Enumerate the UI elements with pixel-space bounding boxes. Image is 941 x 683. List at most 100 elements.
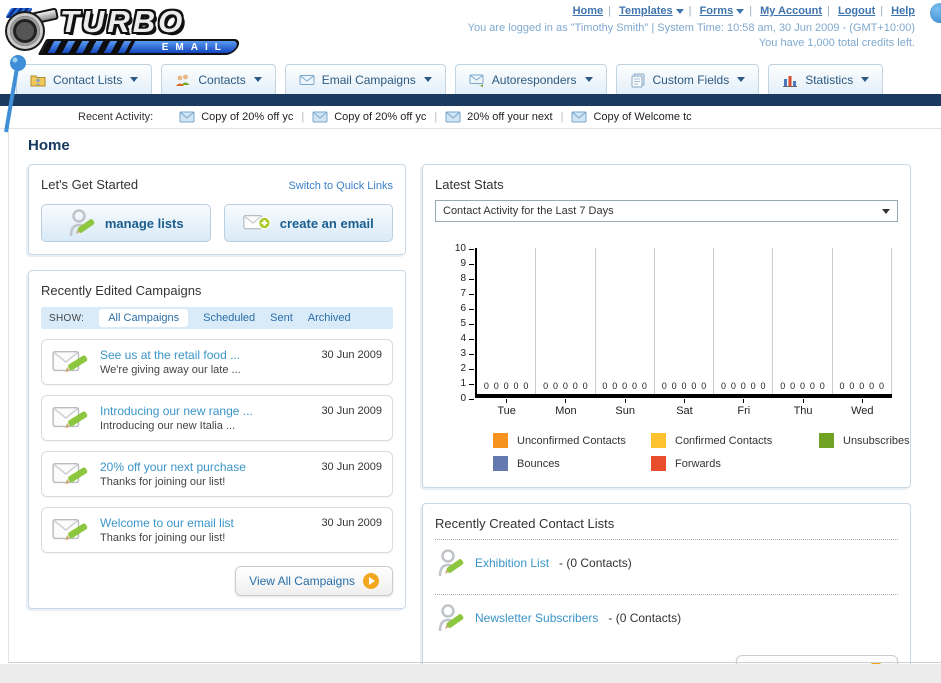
chart-group: 00000 <box>773 248 832 394</box>
legend-swatch <box>493 433 508 448</box>
campaign-row[interactable]: 20% off your next purchase Thanks for jo… <box>41 451 393 497</box>
recent-activity-item[interactable]: Copy of Welcome tc <box>571 109 691 125</box>
tab-autoresponders[interactable]: Autoresponders <box>455 64 607 94</box>
login-info-line: You are logged in as "Timothy Smith" | S… <box>468 21 915 36</box>
chart-value-label: 0 <box>741 381 746 391</box>
recent-activity-label: Recent Activity: <box>78 111 153 123</box>
campaign-title-link[interactable]: Introducing our new range ... <box>100 404 311 418</box>
campaigns-filter-bar: SHOW: All Campaigns Scheduled Sent Archi… <box>41 307 393 329</box>
chart-x-axis: TueMonSunSatFriThuWed <box>477 398 892 417</box>
filter-scheduled[interactable]: Scheduled <box>203 312 255 324</box>
stats-period-select[interactable]: Contact Activity for the Last 7 Days <box>435 200 898 222</box>
envelope-icon <box>571 109 587 125</box>
x-tick-label: Mon <box>536 398 595 417</box>
chart-value-label: 0 <box>869 381 874 391</box>
chart-value-label: 0 <box>632 381 637 391</box>
chart-value-label: 0 <box>691 381 696 391</box>
tab-contacts[interactable]: Contacts <box>161 64 275 94</box>
y-tick-label: 7 <box>460 288 466 299</box>
chevron-down-icon <box>254 77 262 82</box>
campaign-title-link[interactable]: See us at the retail food ... <box>100 348 311 362</box>
campaign-date: 30 Jun 2009 <box>321 349 382 361</box>
legend-swatch <box>651 456 666 471</box>
chart-value-labels: 00000 <box>716 381 770 391</box>
y-tick-label: 0 <box>460 393 466 404</box>
campaign-date: 30 Jun 2009 <box>321 405 382 417</box>
page-title: Home <box>28 137 941 154</box>
campaign-row[interactable]: See us at the retail food ... We're givi… <box>41 339 393 385</box>
filter-archived[interactable]: Archived <box>308 312 351 324</box>
legend-label: Unsubscribes <box>843 435 910 447</box>
annotation-ball-right <box>930 3 941 23</box>
recent-activity-item[interactable]: Copy of 20% off yc <box>179 109 293 125</box>
chart-value-label: 0 <box>523 381 528 391</box>
manage-lists-button[interactable]: manage lists <box>41 204 211 242</box>
tab-label: Autoresponders <box>492 73 577 87</box>
chart-value-label: 0 <box>494 381 499 391</box>
link-home[interactable]: Home <box>573 5 604 17</box>
contact-list-link[interactable]: Exhibition List <box>475 556 549 570</box>
chart-group: 00000 <box>655 248 714 394</box>
legend-label: Bounces <box>517 458 560 470</box>
create-email-label: create an email <box>280 216 374 231</box>
y-tick-label: 9 <box>460 258 466 269</box>
chevron-down-icon <box>676 9 684 14</box>
link-logout[interactable]: Logout <box>838 5 875 17</box>
chart-value-label: 0 <box>612 381 617 391</box>
recent-activity-item[interactable]: Copy of 20% off yc <box>312 109 426 125</box>
chart-value-labels: 00000 <box>835 381 889 391</box>
chart-value-label: 0 <box>840 381 845 391</box>
tab-statistics[interactable]: Statistics <box>768 64 883 94</box>
link-templates[interactable]: Templates <box>619 5 673 17</box>
create-email-button[interactable]: create an email <box>224 204 394 242</box>
envelope-pencil-icon <box>52 459 90 489</box>
tab-label: Contact Lists <box>53 73 122 87</box>
chart-group: 00000 <box>477 248 536 394</box>
contact-list-row[interactable]: Exhibition List - (0 Contacts) <box>435 539 898 586</box>
switch-quick-links-link[interactable]: Switch to Quick Links <box>288 180 393 192</box>
campaign-row[interactable]: Welcome to our email list Thanks for joi… <box>41 507 393 553</box>
chart-value-label: 0 <box>553 381 558 391</box>
chart-value-label: 0 <box>721 381 726 391</box>
tab-label: Statistics <box>805 73 853 87</box>
logo-stripes <box>41 41 135 53</box>
tab-contact-lists[interactable]: Contact Lists <box>16 64 152 94</box>
campaign-date: 30 Jun 2009 <box>321 517 382 529</box>
chart-value-label: 0 <box>504 381 509 391</box>
chart-value-label: 0 <box>790 381 795 391</box>
tab-email-campaigns[interactable]: Email Campaigns <box>285 64 446 94</box>
chart-legend: Unconfirmed ContactsConfirmed ContactsUn… <box>493 433 892 471</box>
view-all-campaigns-button[interactable]: View All Campaigns <box>235 566 393 596</box>
legend-swatch <box>651 433 666 448</box>
chart-value-labels: 00000 <box>598 381 652 391</box>
envelope-pencil-icon <box>52 347 90 377</box>
chart-value-label: 0 <box>780 381 785 391</box>
contact-list-detail: - (0 Contacts) <box>608 611 681 625</box>
chevron-down-icon <box>424 77 432 82</box>
filter-sent[interactable]: Sent <box>270 312 293 324</box>
campaign-title-link[interactable]: Welcome to our email list <box>100 516 311 530</box>
link-help[interactable]: Help <box>891 5 915 17</box>
link-forms[interactable]: Forms <box>700 5 734 17</box>
chart-group: 00000 <box>596 248 655 394</box>
stats-period-value: Contact Activity for the Last 7 Days <box>443 205 614 217</box>
contact-lists-panel: Recently Created Contact Lists Exhibitio… <box>422 503 911 683</box>
filter-all-campaigns[interactable]: All Campaigns <box>99 309 188 327</box>
x-tick-label: Thu <box>773 398 832 417</box>
chart-value-label: 0 <box>810 381 815 391</box>
chart-value-label: 0 <box>672 381 677 391</box>
recent-activity-item[interactable]: 20% off your next <box>445 109 552 125</box>
legend-swatch <box>819 433 834 448</box>
envelope-pencil-icon <box>52 403 90 433</box>
chart-value-label: 0 <box>849 381 854 391</box>
contact-list-link[interactable]: Newsletter Subscribers <box>475 611 598 625</box>
chart-y-axis: 012345678910 <box>449 248 475 398</box>
tab-label: Contacts <box>198 73 245 87</box>
tab-custom-fields[interactable]: Custom Fields <box>616 64 760 94</box>
contact-list-row[interactable]: Newsletter Subscribers - (0 Contacts) <box>435 594 898 641</box>
x-tick-label: Sun <box>596 398 655 417</box>
chart-value-label: 0 <box>602 381 607 391</box>
link-my-account[interactable]: My Account <box>760 5 822 17</box>
campaign-title-link[interactable]: 20% off your next purchase <box>100 460 311 474</box>
campaign-row[interactable]: Introducing our new range ... Introducin… <box>41 395 393 441</box>
